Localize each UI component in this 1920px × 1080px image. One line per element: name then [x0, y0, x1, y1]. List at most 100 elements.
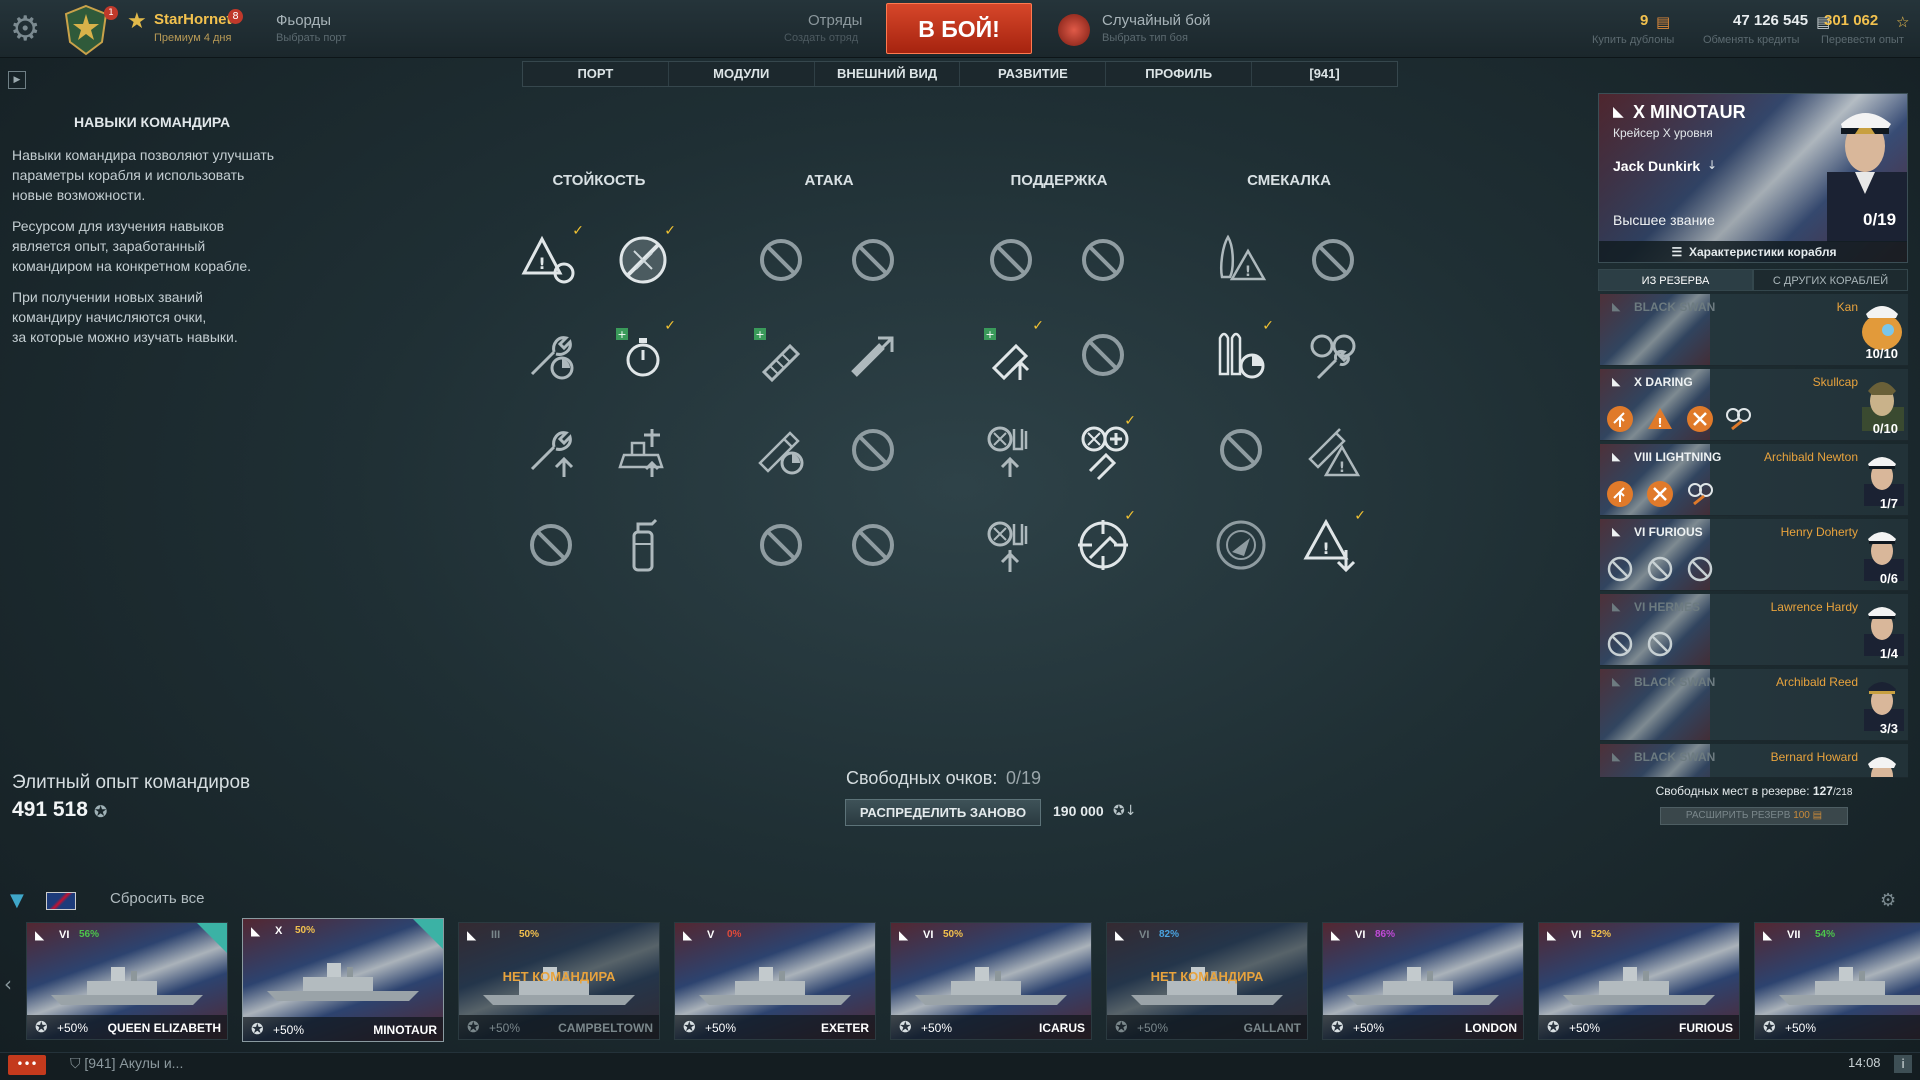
card-footer — [1755, 1015, 1920, 1039]
svg-text:+: + — [617, 328, 626, 341]
skill-locked-icon[interactable] — [842, 419, 904, 481]
buy-doubloons-link[interactable]: Купить дублоны — [1592, 34, 1674, 46]
ship-card[interactable]: ◣ X 50% ✪ +50% MINOTAUR — [242, 918, 444, 1042]
ship-card[interactable]: ◣ VI 56% ✪ +50% QUEEN ELIZABETH — [26, 922, 228, 1040]
tab-from-other-ships[interactable]: С ДРУГИХ КОРАБЛЕЙ — [1753, 269, 1908, 291]
expand-reserve-button[interactable]: РАСШИРИТЬ РЕЗЕРВ 100 ▤ — [1660, 807, 1848, 825]
skill-radio-location-icon[interactable] — [1210, 514, 1272, 576]
skill-basic-fire-training-icon[interactable] — [980, 419, 1042, 481]
skill-locked-icon[interactable] — [1302, 229, 1364, 291]
skill-locked-icon[interactable] — [980, 229, 1042, 291]
skill-locked-icon[interactable] — [520, 514, 582, 576]
battle-mode-icon[interactable] — [1058, 14, 1090, 46]
ship-class-icon: ◣ — [1331, 928, 1341, 942]
camouflage-percent: 86% — [1375, 929, 1396, 940]
battle-mode-selector[interactable]: Случайный бой — [1102, 12, 1211, 29]
battle-button[interactable]: В БОЙ! — [886, 3, 1032, 54]
tab-research[interactable]: РАЗВИТИЕ — [960, 62, 1107, 86]
skill-torpedo-armament-icon[interactable]: ✓ — [1210, 318, 1274, 386]
ship-name: MINOTAUR — [373, 1023, 437, 1037]
ship-card[interactable]: ◣ V 0% ✪ +50% EXETER — [674, 922, 876, 1040]
ship-card[interactable]: ◣ VII 54% ✪ +50% — [1754, 922, 1920, 1040]
clan-chat-channel[interactable]: ⛉ [941] Акулы и... — [70, 1055, 183, 1072]
skill-priority-target-icon[interactable]: ✓ — [612, 223, 676, 291]
skill-incoming-fire-alert-icon[interactable]: ! ✓ — [520, 223, 584, 291]
skill-adrenaline-timer-icon[interactable]: + ✓ — [612, 318, 676, 386]
squad-button[interactable]: Отряды — [808, 12, 862, 29]
convert-xp-link[interactable]: Перевести опыт — [1821, 34, 1904, 46]
skill-column-versatility: СМЕКАЛКА — [1247, 172, 1331, 189]
skill-emergency-repair-icon[interactable] — [520, 324, 582, 386]
skill-locked-icon[interactable] — [842, 229, 904, 291]
tab-exterior[interactable]: ВНЕШНИЙ ВИД — [815, 62, 961, 86]
skill-fire-extinguisher-icon[interactable] — [612, 514, 674, 576]
ship-card[interactable]: ◣ VI 52% ✪ +50% FURIOUS — [1538, 922, 1740, 1040]
exchange-credits-link[interactable]: Обменять кредиты — [1703, 34, 1799, 46]
skill-torpedo-alert-icon[interactable]: ! — [1210, 229, 1272, 291]
tab-profile[interactable]: ПРОФИЛЬ — [1106, 62, 1253, 86]
reserve-commander-row[interactable]: ◣ VIII LIGHTNING Archibald Newton 1/7 — [1600, 444, 1908, 516]
play-video-button[interactable]: ▶ — [8, 71, 26, 89]
ship-card[interactable]: ◣ III 50% НЕТ КОМАНДИРА ✪ +50% CAMPBELTOWN — [458, 922, 660, 1040]
skill-aa-repair-icon[interactable] — [1302, 324, 1364, 386]
bottom-bar — [0, 1052, 1920, 1080]
skill-torpedo-acceleration-icon[interactable]: ! — [1302, 419, 1364, 481]
description-line: за которые можно изучать навыки. — [12, 329, 238, 345]
port-selector[interactable]: Фьорды — [276, 12, 331, 29]
ship-class-icon: ◣ — [251, 924, 261, 938]
tab-from-reserve[interactable]: ИЗ РЕЗЕРВА — [1598, 269, 1753, 291]
bonus-star-icon: ✪ — [1547, 1018, 1560, 1036]
skill-expert-loader-icon[interactable]: + ✓ — [980, 318, 1044, 386]
settings-gear-icon[interactable]: ⚙ — [10, 12, 50, 46]
skill-demolition-expert-icon[interactable]: + — [750, 324, 812, 386]
expand-reserve-label: РАСШИРИТЬ РЕЗЕРВ — [1685, 810, 1791, 821]
skill-locked-icon[interactable] — [1072, 324, 1134, 386]
carousel-left-arrow-icon[interactable]: ‹ — [4, 972, 12, 996]
skill-torpedo-reload-icon[interactable] — [750, 419, 812, 481]
reserve-commander-row[interactable]: ◣ BLACK SWAN Kan 10/10 — [1600, 294, 1908, 366]
skill-locked-icon[interactable] — [750, 229, 812, 291]
reserve-commander-row[interactable]: ◣ BLACK SWAN Archibald Reed 3/3 — [1600, 669, 1908, 741]
filter-icon[interactable]: ▼ — [10, 890, 24, 911]
tab-port[interactable]: ПОРТ — [523, 62, 669, 86]
skill-aa-repair-icon — [1688, 483, 1713, 506]
skill-locked-icon[interactable] — [1072, 229, 1134, 291]
reserve-commander-row[interactable]: ◣ BLACK SWAN Bernard Howard — [1600, 744, 1908, 778]
skill-locked-icon[interactable] — [750, 514, 812, 576]
chat-button[interactable]: ••• — [8, 1055, 46, 1075]
nation-filter-uk-flag[interactable] — [46, 892, 76, 910]
skill-main-battery-icon[interactable] — [842, 324, 904, 386]
skill-locked-icon[interactable] — [842, 514, 904, 576]
skill-survivability-expert-icon[interactable] — [520, 419, 582, 481]
carousel-settings-gear-icon[interactable]: ⚙ — [1880, 890, 1896, 911]
info-button[interactable]: i — [1894, 1055, 1912, 1073]
reserve-commander-row[interactable]: ◣ VI FURIOUS Henry Doherty 0/6 — [1600, 519, 1908, 591]
redistribute-button[interactable]: РАСПРЕДЕЛИТЬ ЗАНОВО — [845, 799, 1041, 826]
expand-reserve-cost: 100 — [1793, 810, 1810, 821]
commander-dropdown-icon[interactable]: ↓ — [1707, 158, 1717, 172]
skill-aa-defense-expert-icon[interactable] — [980, 514, 1042, 576]
skill-locked-icon[interactable] — [1210, 419, 1272, 481]
clock: 14:08 — [1848, 1055, 1881, 1070]
reserve-commander-row[interactable]: ◣ VI HERMES Lawrence Hardy 1/4 — [1600, 594, 1908, 666]
ship-characteristics-button[interactable]: ☰ Характеристики корабля — [1599, 241, 1907, 262]
svg-text:!: ! — [1245, 264, 1251, 280]
skill-advanced-firing-training-icon[interactable]: ✓ — [1072, 413, 1136, 481]
player-rank-emblem-icon[interactable] — [62, 4, 110, 56]
tab-modules[interactable]: МОДУЛИ — [669, 62, 815, 86]
tab-clan[interactable]: [941] — [1252, 62, 1397, 86]
reset-filters-button[interactable]: Сбросить все — [110, 890, 204, 907]
ship-card[interactable]: ◣ VI 86% ✪ +50% LONDON — [1322, 922, 1524, 1040]
commander-card[interactable]: ◣ X MINOTAUR Крейсер X уровня Jack Dunki… — [1598, 93, 1908, 263]
ship-card[interactable]: ◣ VI 82% НЕТ КОМАНДИРА ✪ +50% GALLANT — [1106, 922, 1308, 1040]
skill-manual-aa-fire-icon[interactable]: ✓ — [1072, 508, 1136, 576]
reserve-commander-row[interactable]: ◣ X DARING Skullcap ! 0/10 — [1600, 369, 1908, 441]
skill-aircraft-armor-icon[interactable] — [612, 419, 674, 481]
ship-image — [1563, 967, 1715, 1005]
skill-inertia-fuse-icon[interactable]: ! ✓ — [1302, 508, 1366, 576]
ship-card[interactable]: ◣ VI 50% ✪ +50% ICARUS — [890, 922, 1092, 1040]
ship-characteristics-label: Характеристики корабля — [1688, 245, 1837, 259]
player-name[interactable]: StarHornet — [154, 11, 232, 28]
skill-locked-icon — [1607, 556, 1633, 582]
clan-chat-label: [941] Акулы и... — [84, 1055, 184, 1071]
